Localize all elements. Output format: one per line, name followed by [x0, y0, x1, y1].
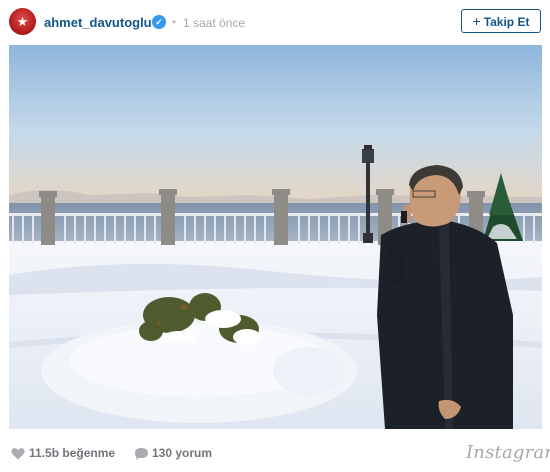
photo-illustration [9, 45, 542, 429]
follow-button-label: Takip Et [483, 15, 530, 29]
likes-count[interactable]: 11.5b beğenme [29, 446, 115, 460]
post-header: ★ ahmet_davutoglu ✓ • 1 saat önce + Takip… [0, 0, 550, 44]
post-photo[interactable] [9, 45, 542, 429]
post-timestamp[interactable]: 1 saat önce [183, 16, 245, 30]
instagram-logo[interactable]: Instagram [466, 442, 550, 463]
plus-icon: + [472, 13, 481, 29]
username-link[interactable]: ahmet_davutoglu [44, 15, 152, 30]
comments-count[interactable]: 130 yorum [152, 446, 212, 460]
instagram-post-card: ★ ahmet_davutoglu ✓ • 1 saat önce + Takip… [0, 0, 550, 472]
post-footer: 11.5b beğenme 130 yorum Instagram [0, 430, 550, 472]
comment-bubble-icon[interactable] [134, 447, 149, 460]
avatar[interactable]: ★ [9, 8, 36, 35]
avatar-star-icon: ★ [16, 14, 29, 29]
follow-button[interactable]: + Takip Et [461, 9, 541, 33]
separator-dot: • [172, 15, 177, 29]
heart-icon[interactable] [11, 447, 25, 460]
verified-badge-icon: ✓ [152, 15, 166, 29]
